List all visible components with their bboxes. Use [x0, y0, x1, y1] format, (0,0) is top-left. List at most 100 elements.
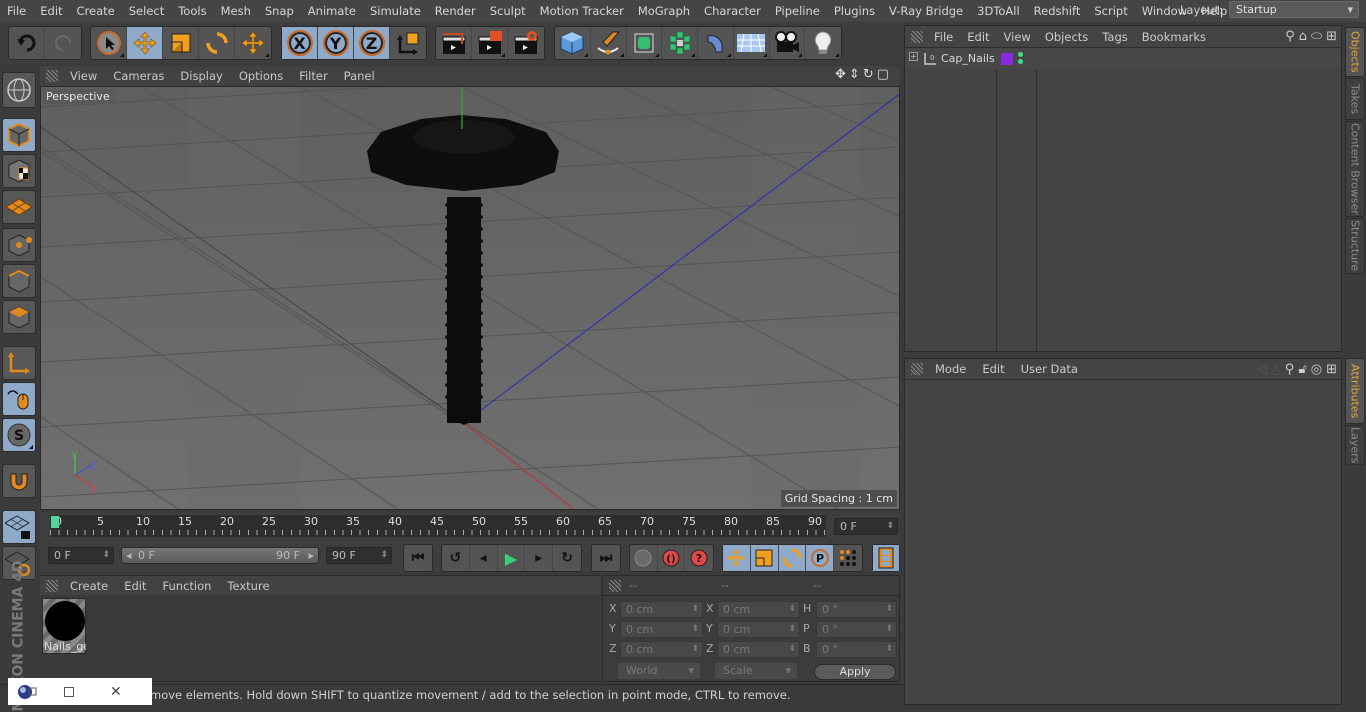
- scale-tool-button[interactable]: [163, 27, 199, 59]
- bend-deformer-button[interactable]: [698, 27, 734, 59]
- object-name[interactable]: Cap_Nails: [941, 52, 995, 65]
- y-axis-lock-button[interactable]: Y: [318, 27, 354, 59]
- menu-simulate[interactable]: Simulate: [363, 0, 428, 22]
- maximize-icon[interactable]: [64, 686, 74, 697]
- pos-z-field[interactable]: 0 cm: [620, 641, 703, 658]
- timeline-ruler[interactable]: 051015202530354045505560657075808590: [50, 515, 826, 537]
- attribute-menu-edit[interactable]: Edit: [974, 362, 1012, 376]
- object-menu-view[interactable]: View: [997, 30, 1038, 44]
- menu-animate[interactable]: Animate: [301, 0, 363, 22]
- previous-frame-button[interactable]: ◂: [470, 545, 498, 571]
- tweak-mode-button[interactable]: [2, 382, 36, 416]
- previous-key-button[interactable]: ↺: [442, 545, 470, 571]
- menu-create[interactable]: Create: [70, 0, 122, 22]
- attribute-menu-mode[interactable]: Mode: [927, 362, 974, 376]
- viewport-menu-display[interactable]: Display: [172, 69, 230, 83]
- pos-y-field[interactable]: 0 cm: [620, 621, 703, 638]
- position-key-button[interactable]: [723, 545, 751, 571]
- search-icon[interactable]: ⚲: [1285, 362, 1295, 377]
- rotate-tool-button[interactable]: [199, 27, 235, 59]
- material-menu-create[interactable]: Create: [62, 579, 116, 593]
- panel-grip-icon[interactable]: [911, 363, 923, 375]
- undo-button[interactable]: [9, 27, 45, 59]
- play-button[interactable]: ▶: [498, 545, 526, 571]
- menu-redshift[interactable]: Redshift: [1027, 0, 1088, 22]
- menu-sculpt[interactable]: Sculpt: [483, 0, 533, 22]
- redo-button[interactable]: [45, 27, 81, 59]
- model-mode-button[interactable]: [2, 118, 36, 152]
- menu-edit[interactable]: Edit: [33, 0, 69, 22]
- panel-grip-icon[interactable]: [46, 579, 58, 592]
- parameter-key-button[interactable]: P: [806, 545, 835, 571]
- menu-plugins[interactable]: Plugins: [827, 0, 882, 22]
- last-tool-button[interactable]: [235, 27, 271, 59]
- up-arrow-icon[interactable]: △: [1271, 362, 1281, 377]
- size-x-field[interactable]: 0 cm: [717, 601, 800, 618]
- menu-3dtoall[interactable]: 3DToAll: [970, 0, 1027, 22]
- scale-key-button[interactable]: [750, 545, 779, 571]
- tab-layers[interactable]: Layers: [1345, 425, 1365, 465]
- current-frame-field[interactable]: 0 F: [834, 518, 898, 535]
- editor-visibility-dot[interactable]: [1018, 52, 1023, 57]
- edges-mode-button[interactable]: [2, 264, 36, 298]
- render-view-button[interactable]: [436, 27, 472, 59]
- preview-range-slider[interactable]: ◂ 0 F 90 F ▸: [121, 547, 319, 564]
- start-frame-field[interactable]: 0 F: [48, 547, 114, 564]
- cinema4d-app-icon[interactable]: [16, 683, 38, 701]
- search-icon[interactable]: ⚲: [1285, 29, 1295, 44]
- tab-objects[interactable]: Objects: [1345, 27, 1365, 77]
- viewport-menu-filter[interactable]: Filter: [291, 69, 335, 83]
- render-picture-viewer-button[interactable]: [472, 27, 508, 59]
- playhead[interactable]: [51, 516, 59, 528]
- menu-tools[interactable]: Tools: [171, 0, 213, 22]
- menu-file[interactable]: File: [0, 0, 33, 22]
- material-menu-edit[interactable]: Edit: [116, 579, 154, 593]
- rotation-key-button[interactable]: [778, 545, 807, 571]
- next-key-button[interactable]: ↻: [553, 545, 581, 571]
- point-level-key-button[interactable]: [834, 545, 862, 571]
- end-frame-field[interactable]: 90 F: [326, 547, 392, 564]
- menu-character[interactable]: Character: [697, 0, 768, 22]
- pen-spline-button[interactable]: [591, 27, 627, 59]
- render-visibility-dot[interactable]: [1018, 59, 1023, 64]
- material-menu-texture[interactable]: Texture: [219, 579, 277, 593]
- object-menu-objects[interactable]: Objects: [1038, 30, 1095, 44]
- range-left-arrow-icon[interactable]: ◂: [126, 549, 132, 562]
- viewport-menu-options[interactable]: Options: [231, 69, 291, 83]
- material-menu-function[interactable]: Function: [155, 579, 220, 593]
- range-right-arrow-icon[interactable]: ▸: [308, 549, 314, 562]
- timeline-window-button[interactable]: [873, 545, 899, 571]
- render-settings-button[interactable]: [508, 27, 544, 59]
- size-mode-dropdown[interactable]: Scale: [715, 663, 797, 679]
- tab-attributes[interactable]: Attributes: [1345, 358, 1365, 424]
- viewport-menu-panel[interactable]: Panel: [336, 69, 383, 83]
- menu-script[interactable]: Script: [1087, 0, 1134, 22]
- coordinate-mode-dropdown[interactable]: World: [618, 663, 700, 679]
- texture-mode-button[interactable]: [2, 154, 36, 188]
- tab-structure[interactable]: Structure: [1345, 218, 1365, 274]
- keyframe-selection-button[interactable]: ?: [685, 545, 713, 571]
- menu-render[interactable]: Render: [428, 0, 483, 22]
- menu-vray-bridge[interactable]: V-Ray Bridge: [882, 0, 970, 22]
- live-selection-button[interactable]: [91, 27, 127, 59]
- layer-color-swatch[interactable]: [1001, 53, 1013, 65]
- rot-p-field[interactable]: 0 °: [816, 621, 897, 638]
- size-y-field[interactable]: 0 cm: [717, 621, 800, 638]
- pos-x-field[interactable]: 0 cm: [620, 601, 703, 618]
- polygons-mode-button[interactable]: [2, 300, 36, 334]
- home-icon[interactable]: ⌂: [1299, 29, 1307, 44]
- camera-button[interactable]: [770, 27, 806, 59]
- x-axis-lock-button[interactable]: X: [282, 27, 318, 59]
- menu-snap[interactable]: Snap: [258, 0, 301, 22]
- viewport-menu-cameras[interactable]: Cameras: [105, 69, 172, 83]
- menu-mograph[interactable]: MoGraph: [631, 0, 697, 22]
- z-axis-lock-button[interactable]: Z: [354, 27, 390, 59]
- size-z-field[interactable]: 0 cm: [717, 641, 800, 658]
- lock-icon[interactable]: 🔓︎: [1298, 362, 1306, 377]
- cube-button[interactable]: [555, 27, 591, 59]
- make-editable-button[interactable]: [2, 72, 36, 108]
- viewport-menu-view[interactable]: View: [62, 69, 105, 83]
- next-frame-button[interactable]: ▸: [525, 545, 554, 571]
- points-mode-button[interactable]: [2, 228, 36, 262]
- material-item[interactable]: Nails_ge: [42, 598, 86, 654]
